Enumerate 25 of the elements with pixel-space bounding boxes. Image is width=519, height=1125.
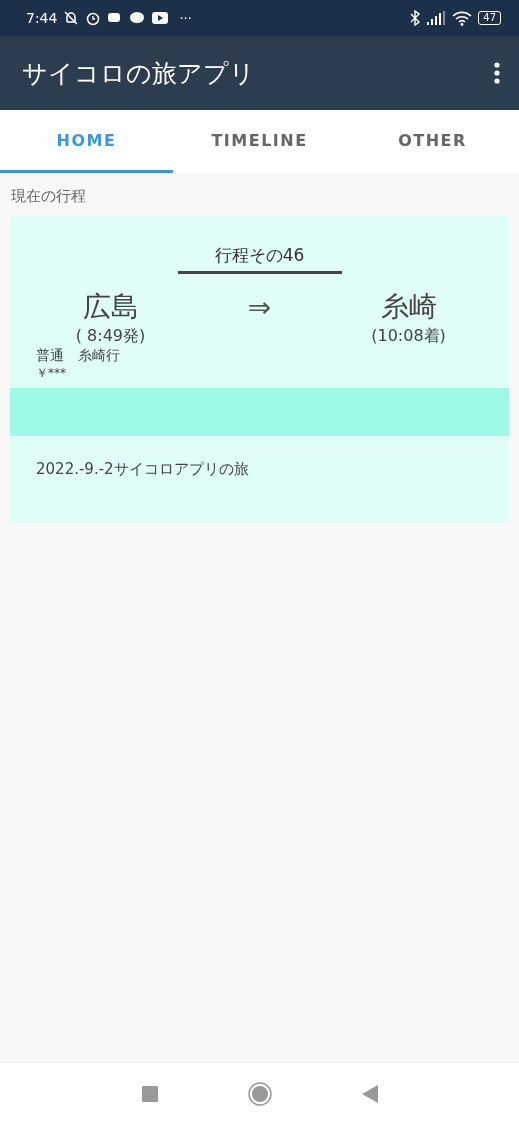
- wifi-icon: [452, 10, 473, 26]
- message-icon: [129, 11, 146, 25]
- bell-off-icon: [63, 10, 80, 26]
- departure-station: 広島: [81, 289, 140, 325]
- direction-arrow: ⇒: [246, 290, 273, 324]
- status-time: 7:44: [26, 10, 58, 26]
- app-title: サイコロの旅アプリ: [22, 57, 256, 90]
- alarm-icon: [85, 10, 102, 26]
- back-icon[interactable]: [361, 1085, 378, 1103]
- battery-level: 47: [478, 11, 501, 25]
- departure-time: ( 8:49発): [74, 326, 147, 347]
- recents-icon[interactable]: [141, 1086, 158, 1102]
- home-icon[interactable]: [247, 1082, 272, 1106]
- card-title: 行程その46: [177, 244, 342, 274]
- play-icon: [151, 11, 170, 25]
- signal-icon: [426, 11, 447, 25]
- fare: ￥***: [36, 365, 67, 382]
- trip-name: 2022.-9.-2サイコロアプリの旅: [35, 459, 250, 480]
- arrival-station: 糸崎: [379, 289, 438, 325]
- arrival-time: (10:08着): [370, 326, 447, 347]
- section-label: 現在の行程: [10, 186, 87, 207]
- bluetooth-icon: [410, 10, 421, 26]
- menu-icon[interactable]: [493, 61, 501, 85]
- more-notifications: ···: [179, 10, 192, 26]
- train-info: 普通 糸崎行: [36, 347, 121, 365]
